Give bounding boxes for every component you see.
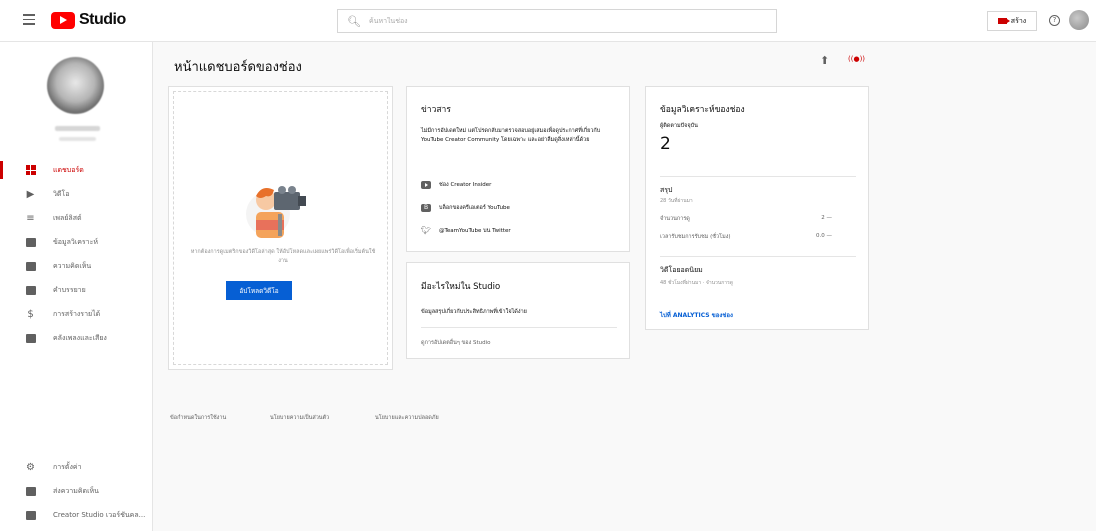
sidebar-item-label: เพลย์ลิสต์ [53, 213, 82, 222]
upload-illustration [246, 186, 306, 238]
sidebar-item-classic-studio[interactable]: Creator Studio เวอร์ชันคล... [0, 503, 153, 527]
dashboard-icon [25, 165, 36, 176]
sidebar-item-audio-library[interactable]: คลังเพลงและเสียง [0, 326, 153, 350]
sidebar-item-label: คำบรรยาย [53, 285, 86, 294]
sidebar-item-monetization[interactable]: $ การสร้างรายได้ [0, 302, 153, 326]
whats-new-title: มีอะไรใหม่ใน Studio [421, 282, 501, 292]
go-live-icon[interactable]: ((●)) [848, 55, 865, 63]
sidebar-item-settings[interactable]: ⚙ การตั้งค่า [0, 455, 153, 479]
link-label: บล็อกของครีเอเตอร์ YouTube [439, 205, 510, 211]
sidebar-item-dashboard[interactable]: แดชบอร์ด [0, 158, 153, 182]
create-button[interactable]: สร้าง [987, 11, 1037, 31]
creator-blog-link[interactable]: B บล็อกของครีเอเตอร์ YouTube [421, 203, 510, 213]
upload-video-button[interactable]: อัปโหลดวิดีโอ [226, 281, 292, 300]
classic-studio-icon [25, 510, 36, 521]
link-label: @TeamYouTube บน Twitter [439, 228, 511, 234]
channel-avatar[interactable] [47, 57, 104, 114]
subscribers-label: ผู้ติดตามปัจจุบัน [660, 123, 698, 129]
channel-name-blurred [55, 126, 100, 131]
sidebar-bottom-nav: ⚙ การตั้งค่า ส่งความคิดเห็น Creator Stud… [0, 455, 153, 527]
sidebar-item-label: ส่งความคิดเห็น [53, 486, 99, 495]
channel-handle-blurred [59, 137, 96, 141]
monetization-icon: $ [27, 308, 34, 320]
whats-new-more-link[interactable]: ดูการอัปเดตอื่นๆ ของ Studio [421, 339, 491, 347]
page-title: หน้าแดชบอร์ดของช่อง [174, 60, 302, 75]
subscribers-count: 2 [660, 134, 671, 154]
create-label: สร้าง [1010, 16, 1027, 25]
sidebar: แดชบอร์ด ▶ วิดีโอ ≡ เพลย์ลิสต์ ข้อมูลวิเ… [0, 42, 153, 531]
views-value: 2 — [821, 215, 832, 221]
sidebar-nav: แดชบอร์ด ▶ วิดีโอ ≡ เพลย์ลิสต์ ข้อมูลวิเ… [0, 158, 153, 350]
news-body: ไม่มีการอัปเดตใหม่ แต่โปรดกลับมาตรวจสอบอ… [421, 128, 601, 143]
link-label: ช่อง Creator Insider [439, 182, 492, 188]
top-videos-period: 48 ชั่วโมงที่ผ่านมา · จำนวนการดู [660, 280, 734, 286]
search-icon: 🔍︎ [347, 14, 361, 28]
search-input[interactable] [369, 17, 776, 25]
logo-text: Studio [79, 11, 126, 28]
twitter-icon: 🐦︎ [421, 226, 432, 235]
sidebar-item-feedback[interactable]: ส่งความคิดเห็น [0, 479, 153, 503]
divider [421, 327, 617, 328]
sidebar-item-label: ข้อมูลวิเคราะห์ [53, 237, 98, 246]
policy-safety-link[interactable]: นโยบายและความปลอดภัย [375, 414, 439, 422]
feedback-icon [25, 486, 36, 497]
sidebar-item-videos[interactable]: ▶ วิดีโอ [0, 182, 153, 206]
terms-link[interactable]: ข้อกำหนดในการใช้งาน [170, 414, 226, 422]
views-label: จำนวนการดู [660, 216, 690, 222]
sidebar-item-subtitles[interactable]: คำบรรยาย [0, 278, 153, 302]
watch-time-label: เวลารับชมการรับชม (ชั่วโมง) [660, 234, 731, 240]
watch-time-row: เวลารับชมการรับชม (ชั่วโมง) 0.0 — [660, 233, 832, 241]
studio-logo[interactable]: Studio [51, 11, 126, 29]
sidebar-item-label: แดชบอร์ด [53, 165, 84, 174]
youtube-logo-icon [51, 11, 75, 29]
settings-icon: ⚙ [26, 461, 35, 473]
upload-prompt-text: หากต้องการดูเมตริกของวิดีโอล่าสุด ให้อัป… [190, 249, 376, 264]
analytics-title: ข้อมูลวิเคราะห์ของช่อง [660, 105, 745, 115]
sidebar-item-label: วิดีโอ [53, 189, 70, 198]
upload-dropzone: หากต้องการดูเมตริกของวิดีโอล่าสุด ให้อัป… [173, 91, 388, 365]
privacy-link[interactable]: นโยบายความเป็นส่วนตัว [270, 414, 329, 422]
whats-new-card: มีอะไรใหม่ใน Studio ข้อมูลสรุปเกี่ยวกับป… [406, 262, 630, 359]
subtitles-icon [25, 285, 36, 296]
channel-analytics-card: ข้อมูลวิเคราะห์ของช่อง ผู้ติดตามปัจจุบัน… [645, 86, 869, 330]
top-videos-title: วิดีโอยอดนิยม [660, 266, 703, 274]
search-bar[interactable]: 🔍︎ [337, 9, 777, 33]
sidebar-item-label: ความคิดเห็น [53, 261, 92, 270]
divider [660, 256, 856, 257]
video-icon: ▶ [26, 188, 35, 200]
video-camera-icon [997, 18, 1010, 24]
views-row: จำนวนการดู 2 — [660, 215, 832, 223]
account-avatar[interactable] [1069, 10, 1089, 30]
sidebar-item-analytics[interactable]: ข้อมูลวิเคราะห์ [0, 230, 153, 254]
sidebar-item-label: คลังเพลงและเสียง [53, 333, 107, 342]
news-title: ข่าวสาร [421, 105, 451, 115]
creator-insider-link[interactable]: ช่อง Creator Insider [421, 180, 491, 190]
analytics-icon [25, 237, 36, 248]
summary-title: สรุป [660, 186, 673, 194]
divider [660, 176, 856, 177]
upload-icon[interactable]: ⬆ [820, 54, 829, 67]
help-icon[interactable]: ? [1049, 15, 1060, 26]
audio-library-icon [25, 333, 36, 344]
summary-period: 28 วันที่ผ่านมา [660, 198, 693, 204]
whats-new-item[interactable]: ข้อมูลสรุปเกี่ยวกับประสิทธิภาพที่เข้าใจไ… [421, 308, 527, 316]
watch-time-value: 0.0 — [816, 233, 832, 239]
top-bar: Studio 🔍︎ สร้าง ? [0, 0, 1096, 42]
team-youtube-twitter-link[interactable]: 🐦︎ @TeamYouTube บน Twitter [421, 226, 511, 236]
news-card: ข่าวสาร ไม่มีการอัปเดตใหม่ แต่โปรดกลับมา… [406, 86, 630, 252]
upload-video-card: หากต้องการดูเมตริกของวิดีโอล่าสุด ให้อัป… [168, 86, 393, 370]
menu-icon[interactable] [23, 14, 35, 25]
sidebar-item-playlists[interactable]: ≡ เพลย์ลิสต์ [0, 206, 153, 230]
blogger-icon: B [421, 204, 431, 212]
sidebar-item-label: การตั้งค่า [53, 462, 82, 471]
sidebar-item-label: Creator Studio เวอร์ชันคล... [53, 510, 146, 519]
sidebar-item-label: การสร้างรายได้ [53, 309, 101, 318]
go-to-analytics-link[interactable]: ไปที่ ANALYTICS ของช่อง [660, 310, 733, 320]
comment-icon [25, 261, 36, 272]
youtube-icon [421, 181, 431, 189]
sidebar-item-comments[interactable]: ความคิดเห็น [0, 254, 153, 278]
playlist-icon: ≡ [26, 212, 35, 224]
